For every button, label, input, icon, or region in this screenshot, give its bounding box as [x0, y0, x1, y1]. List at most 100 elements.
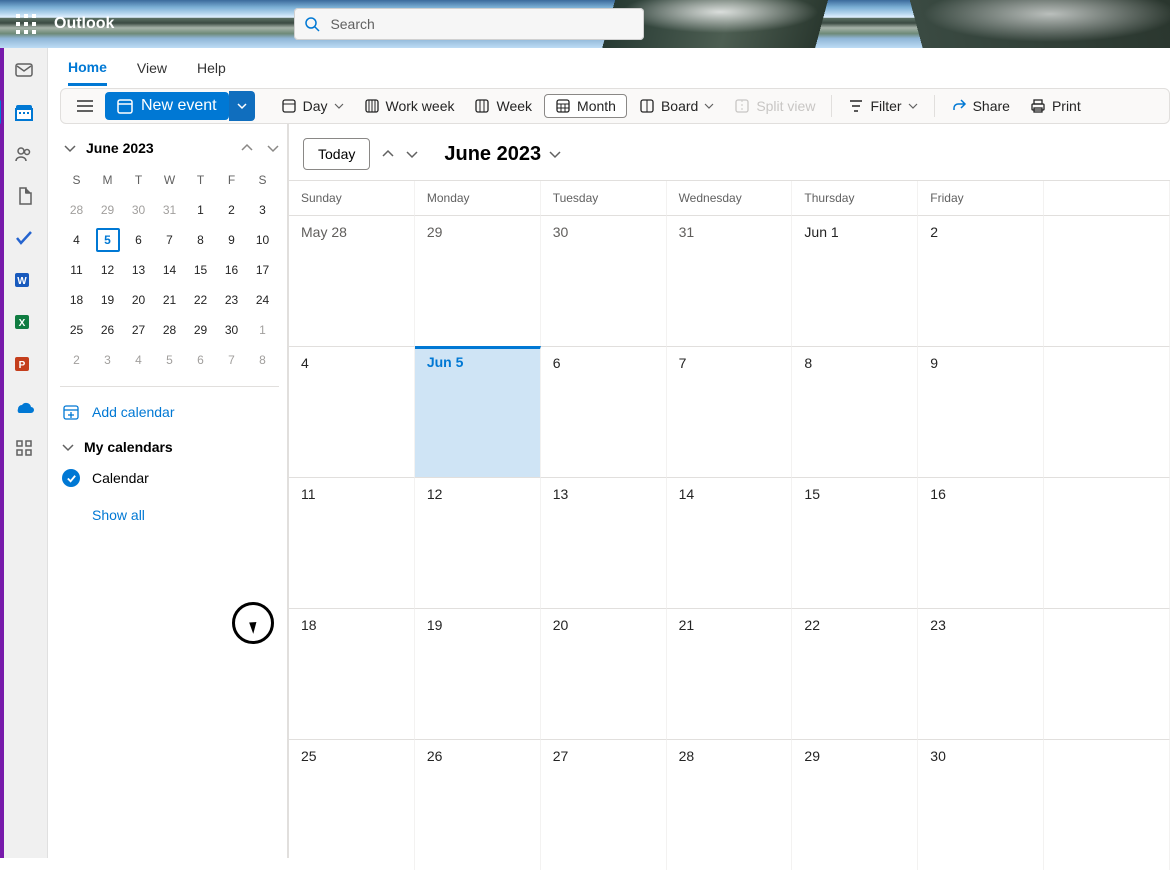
minical-day[interactable]: 10 [248, 226, 277, 254]
minical-day[interactable]: 6 [124, 226, 153, 254]
calendar-cell[interactable]: 2 [918, 215, 1044, 346]
print-button[interactable]: Print [1022, 94, 1089, 118]
calendar-cell[interactable]: 19 [415, 608, 541, 739]
search-input[interactable] [330, 16, 634, 32]
calendar-cell[interactable] [1044, 477, 1170, 608]
calendar-cell[interactable]: 16 [918, 477, 1044, 608]
calendar-cell[interactable]: 13 [541, 477, 667, 608]
minical-day[interactable]: 26 [93, 316, 122, 344]
minical-day[interactable]: 7 [217, 346, 246, 374]
calendar-icon[interactable] [12, 100, 36, 124]
minical-day[interactable]: 2 [62, 346, 91, 374]
minical-day[interactable]: 5 [155, 346, 184, 374]
minical-day[interactable]: 9 [217, 226, 246, 254]
calendar-cell[interactable]: 21 [667, 608, 793, 739]
calendar-cell[interactable] [1044, 739, 1170, 870]
more-apps-icon[interactable] [12, 436, 36, 460]
filter-button[interactable]: Filter [840, 94, 925, 118]
calendar-cell[interactable] [1044, 215, 1170, 346]
minical-next-icon[interactable] [267, 142, 279, 154]
calendar-cell[interactable]: 29 [792, 739, 918, 870]
minical-day[interactable]: 30 [217, 316, 246, 344]
app-launcher-icon[interactable] [10, 8, 42, 40]
minical-day[interactable]: 5 [93, 226, 122, 254]
onedrive-icon[interactable] [12, 394, 36, 418]
new-event-dropdown[interactable] [229, 91, 255, 121]
tab-help[interactable]: Help [197, 52, 226, 84]
today-button[interactable]: Today [303, 138, 370, 170]
calendar-cell[interactable]: 14 [667, 477, 793, 608]
calendar-cell[interactable]: 29 [415, 215, 541, 346]
share-button[interactable]: Share [943, 94, 1018, 118]
minical-day[interactable]: 19 [93, 286, 122, 314]
calendar-cell[interactable]: Jun 5 [415, 346, 541, 477]
calendar-cell[interactable]: 28 [667, 739, 793, 870]
calendar-cell[interactable]: 23 [918, 608, 1044, 739]
minical-day[interactable]: 30 [124, 196, 153, 224]
minical-day[interactable]: 29 [93, 196, 122, 224]
minical-day[interactable]: 15 [186, 256, 215, 284]
minical-day[interactable]: 8 [248, 346, 277, 374]
toggle-sidebar-button[interactable] [69, 94, 101, 118]
collapse-minical-icon[interactable] [64, 142, 76, 154]
calendar-cell[interactable] [1044, 608, 1170, 739]
minical-day[interactable]: 18 [62, 286, 91, 314]
prev-period-icon[interactable] [382, 148, 394, 160]
add-calendar-button[interactable]: Add calendar [60, 397, 279, 427]
minical-prev-icon[interactable] [241, 142, 253, 154]
minical-day[interactable]: 4 [124, 346, 153, 374]
todo-icon[interactable] [12, 226, 36, 250]
next-period-icon[interactable] [406, 148, 418, 160]
minical-day[interactable]: 13 [124, 256, 153, 284]
minical-day[interactable]: 6 [186, 346, 215, 374]
minical-day[interactable]: 28 [155, 316, 184, 344]
minical-day[interactable]: 2 [217, 196, 246, 224]
calendar-cell[interactable]: 22 [792, 608, 918, 739]
view-week-button[interactable]: Week [466, 94, 540, 118]
calendar-cell[interactable]: 9 [918, 346, 1044, 477]
minical-day[interactable]: 11 [62, 256, 91, 284]
minical-day[interactable]: 21 [155, 286, 184, 314]
view-board-button[interactable]: Board [631, 94, 722, 118]
period-selector[interactable]: June 2023 [444, 143, 561, 166]
minical-day[interactable]: 29 [186, 316, 215, 344]
calendar-cell[interactable]: 20 [541, 608, 667, 739]
minical-day[interactable]: 23 [217, 286, 246, 314]
calendar-cell[interactable]: 18 [289, 608, 415, 739]
excel-icon[interactable]: X [12, 310, 36, 334]
calendar-cell[interactable]: May 28 [289, 215, 415, 346]
view-day-button[interactable]: Day [273, 94, 352, 118]
minical-day[interactable]: 24 [248, 286, 277, 314]
view-month-button[interactable]: Month [544, 94, 627, 118]
calendar-cell[interactable]: 25 [289, 739, 415, 870]
calendar-cell[interactable] [1044, 346, 1170, 477]
calendar-cell[interactable]: 15 [792, 477, 918, 608]
minical-day[interactable]: 28 [62, 196, 91, 224]
my-calendars-header[interactable]: My calendars [60, 427, 279, 461]
people-icon[interactable] [12, 142, 36, 166]
calendar-item[interactable]: Calendar [60, 461, 279, 495]
minical-day[interactable]: 3 [248, 196, 277, 224]
show-all-link[interactable]: Show all [60, 495, 279, 523]
calendar-cell[interactable]: 30 [918, 739, 1044, 870]
tab-home[interactable]: Home [68, 51, 107, 86]
calendar-cell[interactable]: 6 [541, 346, 667, 477]
minical-day[interactable]: 3 [93, 346, 122, 374]
minical-day[interactable]: 22 [186, 286, 215, 314]
calendar-cell[interactable]: 26 [415, 739, 541, 870]
calendar-cell[interactable]: 4 [289, 346, 415, 477]
calendar-cell[interactable]: 30 [541, 215, 667, 346]
calendar-cell[interactable]: 12 [415, 477, 541, 608]
files-icon[interactable] [12, 184, 36, 208]
minical-day[interactable]: 14 [155, 256, 184, 284]
powerpoint-icon[interactable]: P [12, 352, 36, 376]
calendar-cell[interactable]: Jun 1 [792, 215, 918, 346]
minical-day[interactable]: 1 [186, 196, 215, 224]
calendar-cell[interactable]: 31 [667, 215, 793, 346]
calendar-cell[interactable]: 8 [792, 346, 918, 477]
minical-day[interactable]: 8 [186, 226, 215, 254]
minical-day[interactable]: 17 [248, 256, 277, 284]
search-box[interactable] [294, 8, 644, 40]
minical-day[interactable]: 25 [62, 316, 91, 344]
minical-day[interactable]: 20 [124, 286, 153, 314]
